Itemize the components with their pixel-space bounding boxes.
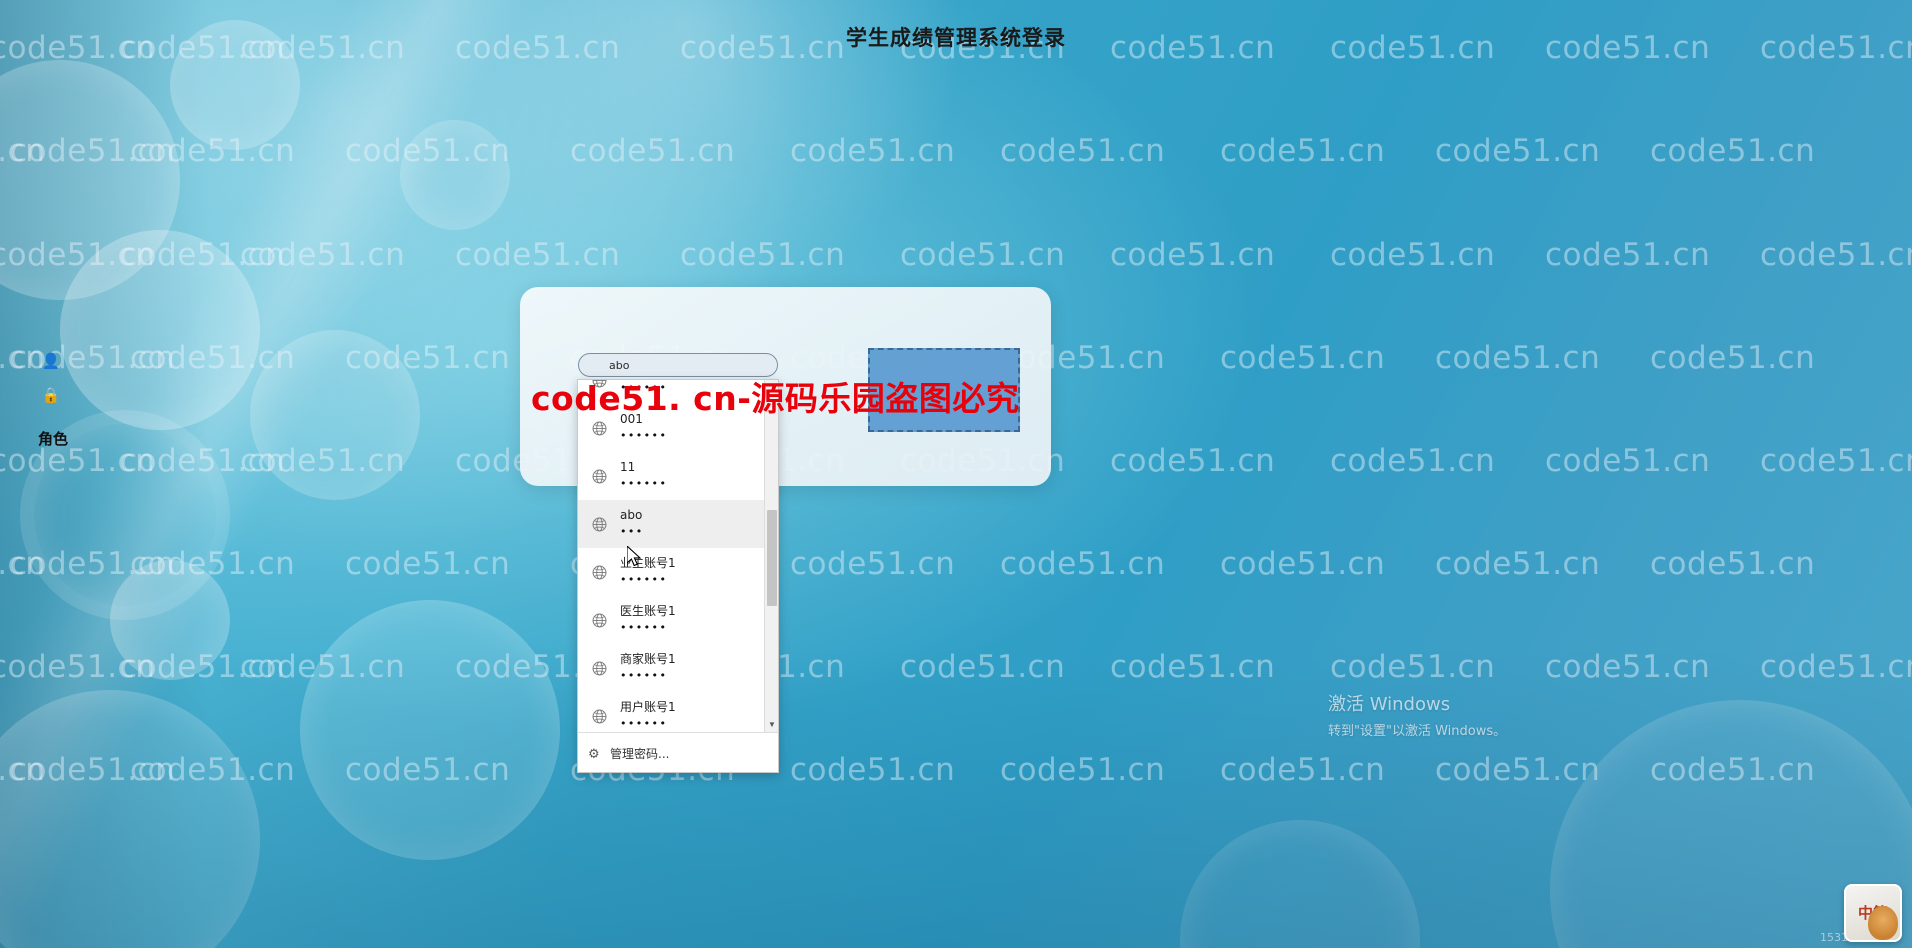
autofill-password-mask: •••••• bbox=[620, 429, 668, 443]
autofill-scrollbar[interactable]: ▼ bbox=[764, 380, 778, 732]
corner-number: 1531 bbox=[1820, 931, 1848, 944]
globe-icon bbox=[592, 421, 606, 435]
globe-icon bbox=[586, 655, 612, 681]
lock-icon: 🔒 bbox=[41, 387, 61, 404]
globe-icon bbox=[592, 709, 606, 723]
globe-icon bbox=[586, 559, 612, 585]
autofill-list-item[interactable]: 商家账号1 •••••• bbox=[578, 644, 778, 692]
scroll-down-arrow-icon[interactable]: ▼ bbox=[765, 717, 778, 732]
globe-icon bbox=[586, 703, 612, 729]
bokeh-circle bbox=[250, 330, 420, 500]
windows-activation-subtitle: 转到"设置"以激活 Windows。 bbox=[1328, 724, 1507, 739]
windows-activation-title: 激活 Windows bbox=[1328, 694, 1451, 715]
globe-icon bbox=[586, 607, 612, 633]
globe-icon bbox=[586, 463, 612, 489]
role-field-row: 角色 bbox=[38, 428, 68, 449]
autofill-password-mask: •••••• bbox=[620, 717, 668, 731]
bokeh-circle bbox=[400, 120, 510, 230]
scrollbar-thumb[interactable] bbox=[767, 510, 777, 606]
manage-passwords-label: 管理密码... bbox=[610, 747, 670, 761]
autofill-list-item[interactable]: 11 •••••• bbox=[578, 452, 778, 500]
autofill-list-item[interactable]: 业主账号1 •••••• bbox=[578, 548, 778, 596]
password-autofill-dropdown[interactable]: 002••••••001••••••11••••••abo•••业主账号1•••… bbox=[577, 379, 779, 773]
globe-icon bbox=[592, 469, 606, 483]
autofill-item-list[interactable]: 002••••••001••••••11••••••abo•••业主账号1•••… bbox=[578, 380, 778, 732]
autofill-password-mask: •••••• bbox=[620, 573, 668, 587]
autofill-username: 商家账号1 bbox=[620, 652, 676, 667]
autofill-list-item[interactable]: abo ••• bbox=[578, 500, 778, 548]
globe-icon bbox=[592, 517, 606, 531]
globe-icon bbox=[592, 661, 606, 675]
piracy-warning-banner: code51. cn-源码乐园盗图必究 bbox=[531, 379, 1020, 418]
user-icon: 👤 bbox=[41, 353, 61, 370]
autofill-username: 11 bbox=[620, 460, 636, 475]
mouse-cursor-icon bbox=[627, 546, 642, 567]
autofill-password-mask: •••••• bbox=[620, 477, 668, 491]
dog-mascot-icon bbox=[1868, 906, 1898, 940]
manage-passwords-item[interactable]: ⚙ 管理密码... bbox=[578, 733, 778, 772]
autofill-password-mask: ••• bbox=[620, 525, 644, 539]
globe-icon bbox=[592, 613, 606, 627]
page-title: 学生成绩管理系统登录 bbox=[846, 26, 1066, 50]
autofill-list-item[interactable]: 用户账号1 •••••• bbox=[578, 692, 778, 732]
role-label: 角色 bbox=[38, 430, 69, 448]
bokeh-circle bbox=[60, 230, 260, 430]
autofill-password-mask: •••••• bbox=[620, 621, 668, 635]
autofill-username: abo bbox=[620, 508, 643, 523]
corner-mascot-badge[interactable]: 中简 bbox=[1844, 884, 1902, 942]
autofill-username: 用户账号1 bbox=[620, 700, 676, 715]
autofill-username: 医生账号1 bbox=[620, 604, 676, 619]
globe-icon bbox=[586, 511, 612, 537]
gear-icon: ⚙ bbox=[588, 745, 600, 761]
autofill-list-item[interactable]: 医生账号1 •••••• bbox=[578, 596, 778, 644]
password-field-row: 🔒 bbox=[38, 386, 64, 404]
globe-icon bbox=[592, 565, 606, 579]
username-field-row: 👤 bbox=[38, 352, 64, 370]
windows-activation-watermark: 激活 Windows 转到"设置"以激活 Windows。 bbox=[1328, 690, 1628, 739]
autofill-password-mask: •••••• bbox=[620, 669, 668, 683]
